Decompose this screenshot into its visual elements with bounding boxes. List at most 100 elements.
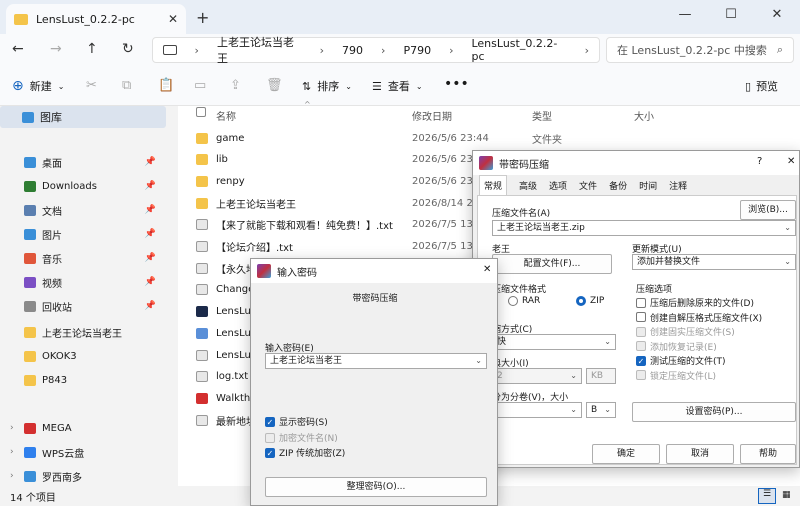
folder-icon: [24, 300, 36, 312]
sort-button[interactable]: ⇅ 排序 ⌄: [302, 78, 352, 94]
method-select[interactable]: 快 ⌄: [492, 334, 616, 350]
winrar-icon: [257, 264, 271, 278]
set-password-button[interactable]: 设置密码(P)...: [632, 402, 796, 422]
browse-button[interactable]: 浏览(B)...: [740, 200, 796, 220]
column-name[interactable]: 名称: [216, 108, 236, 123]
sidebar-item-label: 桌面: [42, 158, 62, 170]
preview-button[interactable]: ▯ 预览: [745, 78, 778, 94]
column-size[interactable]: 大小: [634, 108, 654, 123]
paste-icon[interactable]: 📋: [158, 78, 174, 93]
dictionary-unit: KB: [591, 371, 604, 381]
file-row[interactable]: game 2026/5/6 23:44 文件夹: [196, 127, 796, 149]
new-tab-button[interactable]: +: [196, 8, 209, 27]
compression-option-checkbox[interactable]: 创建固实压缩文件(S): [636, 325, 735, 338]
format-zip-radio[interactable]: ZIP: [576, 296, 604, 306]
maximize-button[interactable]: ☐: [708, 0, 754, 30]
sort-icon: ⇅: [302, 79, 312, 93]
more-options-button[interactable]: •••: [444, 76, 469, 92]
tab-time[interactable]: 时间: [639, 179, 657, 192]
sidebar-item-folder[interactable]: P843: [24, 370, 179, 390]
close-tab-icon[interactable]: ✕: [168, 12, 178, 26]
tab-backup[interactable]: 备份: [609, 179, 627, 192]
sidebar-item-drive[interactable]: › WPS云盘: [10, 442, 165, 462]
split-unit-select[interactable]: B ⌄: [586, 402, 616, 418]
sidebar-item-drive[interactable]: › MEGA: [10, 418, 165, 438]
column-type[interactable]: 类型: [532, 108, 552, 123]
tab-files[interactable]: 文件: [579, 179, 597, 192]
chevron-down-icon: ⌄: [570, 405, 577, 414]
tab-active[interactable]: LensLust_0.2.2-pc ✕: [6, 4, 186, 34]
dictionary-select[interactable]: 2 ⌄: [492, 368, 582, 384]
minimize-button[interactable]: —: [662, 0, 708, 30]
help-button[interactable]: 帮助: [740, 444, 796, 464]
chevron-right-icon[interactable]: ›: [10, 471, 18, 481]
share-icon[interactable]: ⇪: [230, 78, 241, 93]
help-icon[interactable]: ?: [757, 156, 762, 167]
delete-icon[interactable]: 🗑: [266, 78, 283, 93]
breadcrumb-item[interactable]: 上老王论坛当老王: [217, 34, 302, 66]
sidebar-item-folder[interactable]: 上老王论坛当老王: [24, 322, 179, 342]
compression-option-checkbox[interactable]: ✓ 测试压缩的文件(T): [636, 354, 726, 367]
compression-option-checkbox[interactable]: 创建自解压格式压缩文件(X): [636, 311, 762, 324]
sidebar-item-pinned[interactable]: Downloads 📌: [24, 176, 160, 196]
breadcrumb[interactable]: › 上老王论坛当老王 › 790 › P790 › LensLust_0.2.2…: [152, 34, 600, 66]
sidebar-item-pinned[interactable]: 回收站 📌: [24, 296, 160, 316]
show-password-checkbox[interactable]: ✓ 显示密码(S): [265, 415, 328, 428]
compression-option-checkbox[interactable]: 锁定压缩文件(L): [636, 369, 716, 382]
breadcrumb-item[interactable]: 790: [342, 44, 363, 57]
update-mode-select[interactable]: 添加并替换文件 ⌄: [632, 254, 796, 270]
new-button[interactable]: ⊕ 新建 ⌄: [12, 78, 64, 94]
rename-icon[interactable]: ▭: [194, 78, 206, 93]
cut-icon[interactable]: ✂: [86, 78, 97, 93]
sidebar-item-pinned[interactable]: 视频 📌: [24, 272, 160, 292]
zip-legacy-checkbox[interactable]: ✓ ZIP 传统加密(Z): [265, 446, 345, 459]
dictionary-unit-select[interactable]: KB: [586, 368, 616, 384]
details-view-icon[interactable]: ☰: [758, 488, 776, 504]
tab-advanced[interactable]: 高级: [519, 179, 537, 192]
sidebar-item-drive[interactable]: › 罗西南多: [10, 466, 165, 486]
view-button[interactable]: ☰ 查看 ⌄: [372, 78, 423, 94]
sidebar-item-pinned[interactable]: 音乐 📌: [24, 248, 160, 268]
close-icon[interactable]: ✕: [483, 264, 491, 275]
compression-option-checkbox[interactable]: 压缩后删除原来的文件(D): [636, 296, 754, 309]
sort-label: 排序: [317, 80, 340, 93]
copy-icon[interactable]: ⧉: [122, 78, 131, 93]
forward-arrow-icon[interactable]: →: [50, 41, 62, 57]
tab-general[interactable]: 常规: [479, 175, 508, 195]
tiles-view-icon[interactable]: ▦: [782, 490, 791, 500]
chevron-right-icon[interactable]: ›: [10, 423, 18, 433]
encrypt-filenames-checkbox[interactable]: 加密文件名(N): [265, 431, 338, 444]
sidebar-item-pinned[interactable]: 文档 📌: [24, 200, 160, 220]
organize-passwords-button[interactable]: 整理密码(O)...: [265, 477, 487, 497]
breadcrumb-item[interactable]: P790: [403, 44, 431, 57]
cancel-button[interactable]: 取消: [666, 444, 734, 464]
close-icon[interactable]: ✕: [787, 156, 795, 167]
password-input[interactable]: 上老王论坛当老王 ⌄: [265, 353, 487, 369]
close-window-button[interactable]: ✕: [754, 0, 800, 30]
sidebar-item-label: 图片: [42, 230, 62, 242]
folder-icon: [14, 13, 28, 25]
archive-name-input[interactable]: 上老王论坛当老王.zip ⌄: [492, 220, 796, 236]
profiles-button[interactable]: 配置文件(F)...: [492, 254, 612, 274]
sidebar-item-folder[interactable]: OKOK3: [24, 346, 179, 366]
tab-options[interactable]: 选项: [549, 179, 567, 192]
up-arrow-icon[interactable]: ↑: [86, 41, 98, 57]
compression-option-checkbox[interactable]: 添加恢复记录(E): [636, 340, 717, 353]
checkbox-icon: [636, 370, 646, 380]
file-name: lib: [216, 154, 228, 166]
column-date[interactable]: 修改日期: [412, 108, 452, 123]
refresh-icon[interactable]: ↻: [122, 41, 134, 57]
select-all-checkbox[interactable]: [196, 107, 206, 117]
sidebar-item-pinned[interactable]: 桌面 📌: [24, 152, 160, 172]
file-name: 【来了就能下载和观看！纯免费！】.txt: [216, 221, 393, 233]
split-size-input[interactable]: ⌄: [492, 402, 582, 418]
sidebar-item-gallery[interactable]: 图库: [0, 106, 166, 128]
breadcrumb-item[interactable]: LensLust_0.2.2-pc: [471, 37, 566, 63]
back-arrow-icon[interactable]: ←: [12, 41, 24, 57]
sidebar-item-pinned[interactable]: 图片 📌: [24, 224, 160, 244]
format-rar-radio[interactable]: RAR: [508, 296, 540, 306]
ok-button[interactable]: 确定: [592, 444, 660, 464]
chevron-right-icon[interactable]: ›: [10, 447, 18, 457]
search-input[interactable]: 在 LensLust_0.2.2-pc 中搜索 ⌕: [606, 37, 794, 63]
tab-comment[interactable]: 注释: [669, 179, 687, 192]
